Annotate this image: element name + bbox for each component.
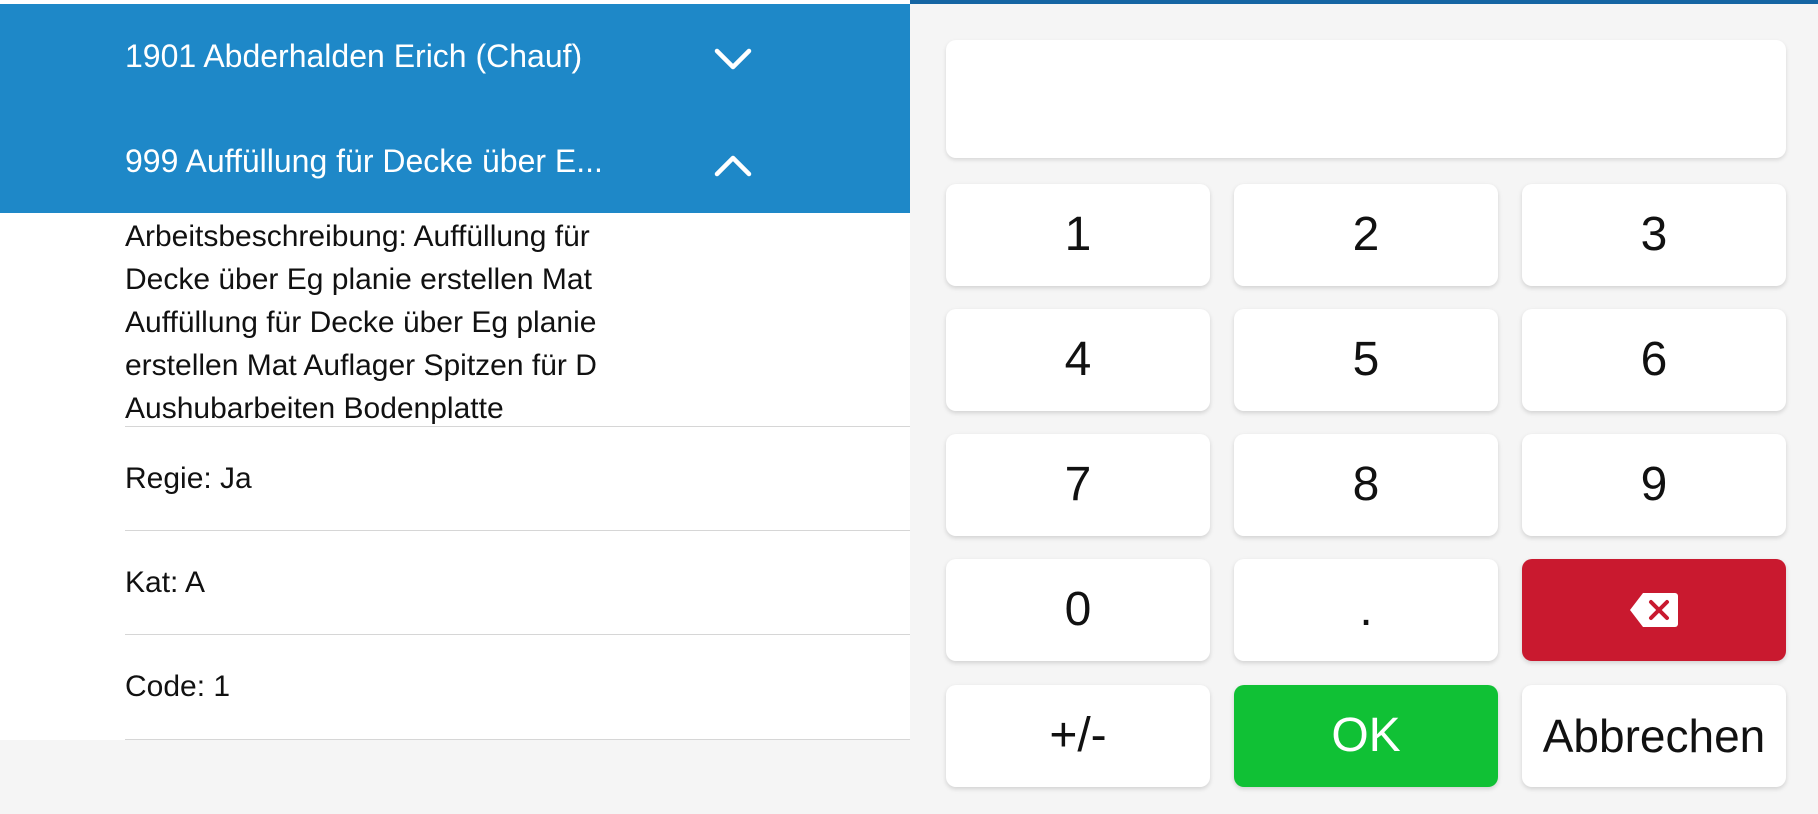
regie-row: Regie: Ja [125, 426, 910, 530]
description-line: Arbeitsbeschreibung: Auffüllung für [125, 220, 590, 253]
description-line: Decke über Eg planie erstellen Mat [125, 263, 592, 296]
kat-row: Kat: A [125, 530, 910, 634]
code-row: Code: 1 [125, 634, 910, 740]
key-8-button[interactable]: 8 [1234, 434, 1498, 536]
backspace-button[interactable] [1522, 559, 1786, 661]
regie-value: Regie: Ja [125, 462, 252, 495]
code-value: Code: 1 [125, 670, 231, 703]
description-line: Aushubarbeiten Bodenplatte [125, 392, 504, 425]
backspace-icon [1630, 593, 1678, 627]
description-line: erstellen Mat Auflager Spitzen für D [125, 349, 597, 382]
chevron-down-icon [714, 48, 752, 70]
numeric-display-field[interactable] [946, 40, 1786, 158]
key-7-button[interactable]: 7 [946, 434, 1210, 536]
key-1-button[interactable]: 1 [946, 184, 1210, 286]
sign-toggle-button[interactable]: +/- [946, 685, 1210, 787]
key-2-button[interactable]: 2 [1234, 184, 1498, 286]
left-panel: 1901 Abderhalden Erich (Chauf) 999 Auffü… [0, 0, 910, 740]
cancel-button[interactable]: Abbrechen [1522, 685, 1786, 787]
numeric-keypad-panel: 1 2 3 4 5 6 7 8 9 0 . +/- OK Abbrechen [910, 4, 1818, 814]
task-label: 999 Auffüllung für Decke über E... [125, 143, 603, 179]
task-accordion-header[interactable]: 999 Auffüllung für Decke über E... [0, 106, 910, 213]
key-0-button[interactable]: 0 [946, 559, 1210, 661]
employee-label: 1901 Abderhalden Erich (Chauf) [125, 38, 583, 74]
employee-accordion-header[interactable]: 1901 Abderhalden Erich (Chauf) [0, 4, 910, 106]
key-3-button[interactable]: 3 [1522, 184, 1786, 286]
key-4-button[interactable]: 4 [946, 309, 1210, 411]
chevron-up-icon [714, 155, 752, 177]
ok-button[interactable]: OK [1234, 685, 1498, 787]
key-5-button[interactable]: 5 [1234, 309, 1498, 411]
kat-value: Kat: A [125, 566, 206, 599]
key-9-button[interactable]: 9 [1522, 434, 1786, 536]
work-description: Arbeitsbeschreibung: Auffüllung für Deck… [125, 213, 725, 430]
description-line: Auffüllung für Decke über Eg planie [125, 306, 597, 339]
key-decimal-button[interactable]: . [1234, 559, 1498, 661]
key-6-button[interactable]: 6 [1522, 309, 1786, 411]
